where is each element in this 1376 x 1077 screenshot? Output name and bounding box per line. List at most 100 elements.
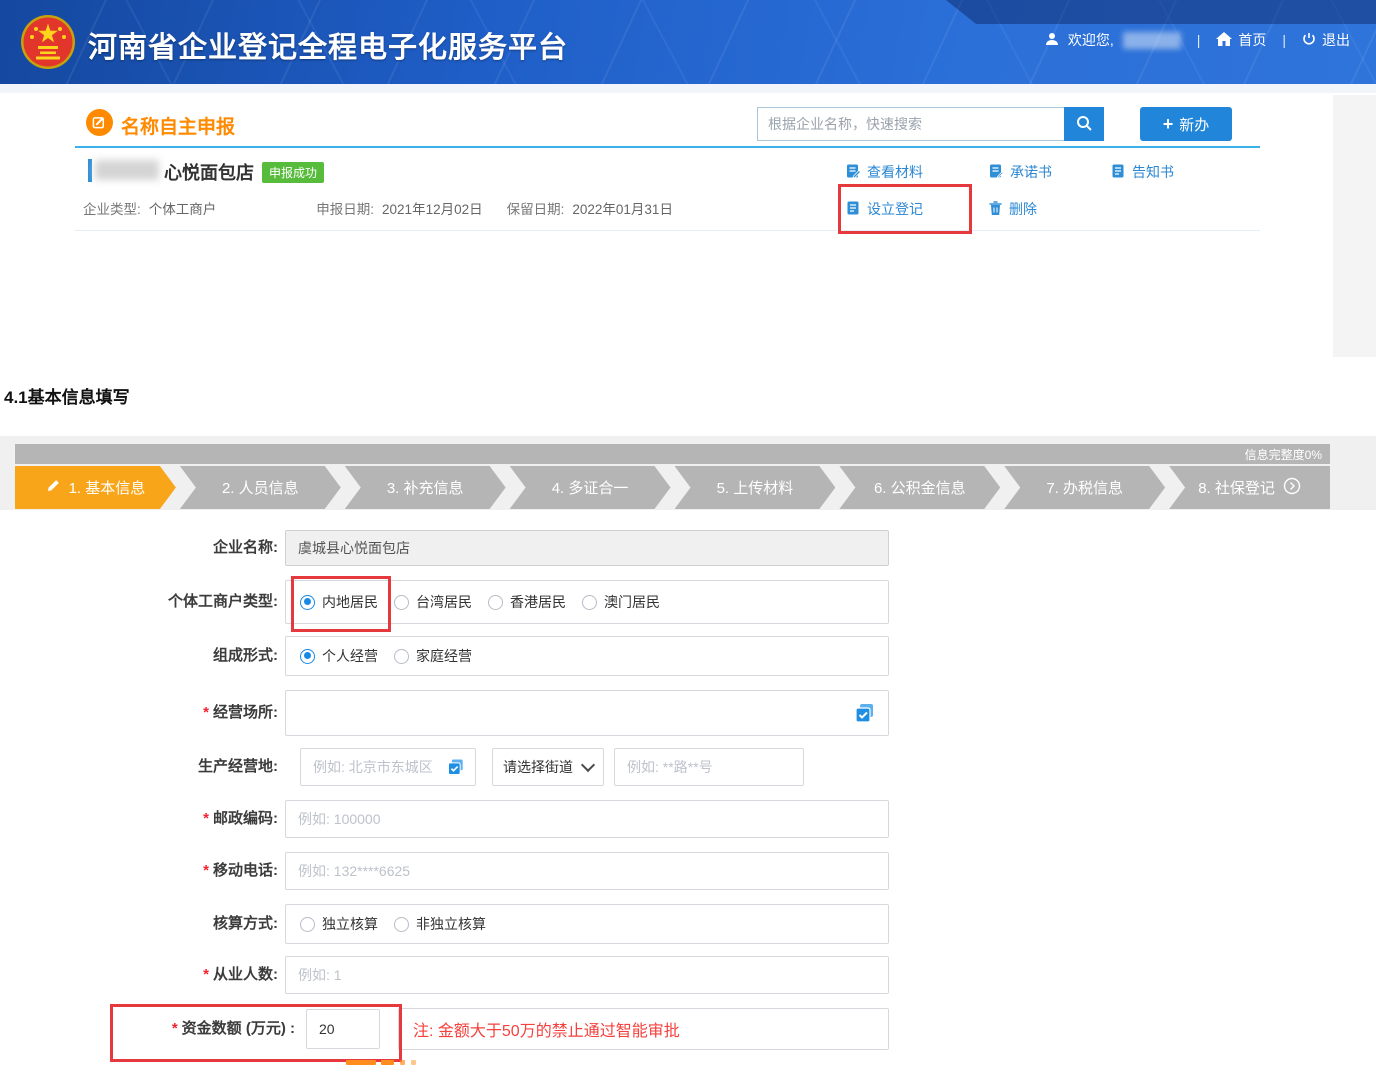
cutoff-orange-fragment — [346, 1060, 376, 1065]
plus-icon: + — [1163, 115, 1174, 133]
wizard-step-5[interactable]: 5. 上传材料 — [675, 466, 836, 509]
radio-icon — [582, 595, 597, 610]
header-shadow-band — [0, 84, 1376, 93]
document-edit-icon — [988, 163, 1004, 182]
wizard-step-8[interactable]: 8. 社保登记 — [1169, 466, 1330, 509]
mobile-phone-label: *移动电话: — [0, 852, 278, 890]
cutoff-orange-fragment — [400, 1060, 405, 1065]
accounting-method-label: 核算方式: — [0, 904, 278, 944]
platform-title: 河南省企业登记全程电子化服务平台 — [88, 24, 568, 66]
new-application-button[interactable]: + 新办 — [1140, 107, 1232, 141]
item-meta: 企业类型: 个体工商户 申报日期: 2021年12月02日 保留日期: 2022… — [83, 198, 673, 218]
home-icon — [1216, 32, 1232, 49]
business-place-input[interactable] — [285, 690, 889, 736]
keep-date-value: 2022年01月31日 — [572, 198, 673, 218]
road-number-input[interactable] — [614, 748, 804, 786]
chevron-right-circle-icon — [1283, 477, 1301, 499]
trash-icon — [988, 200, 1003, 219]
status-badge: 申报成功 — [262, 162, 324, 183]
page: 河南省企业登记全程电子化服务平台 欢迎您, | 首页 | 退出 名称自主申报 — [0, 0, 1376, 1077]
company-name-label: 企业名称: — [0, 530, 278, 566]
search-input[interactable] — [757, 107, 1064, 141]
section-title: 名称自主申报 — [121, 112, 235, 139]
household-type-label: 个体工商户类型: — [0, 580, 278, 624]
capital-note-text: 注: 金额大于50万的禁止通过智能审批 — [413, 1017, 680, 1041]
search-bar — [757, 107, 1104, 141]
address-picker-icon[interactable] — [853, 701, 877, 730]
document-edit-icon — [845, 163, 861, 182]
radio-selected-icon — [300, 649, 315, 664]
radio-icon — [394, 649, 409, 664]
wizard-step-4[interactable]: 4. 多证合一 — [510, 466, 671, 509]
declare-date-value: 2021年12月02日 — [382, 198, 483, 218]
wizard-steps: 1. 基本信息 2. 人员信息 3. 补充信息 4. 多证合一 5. 上传材料 … — [15, 466, 1330, 509]
welcome-text: 欢迎您, — [1068, 30, 1114, 50]
radio-non-independent-accounting[interactable]: 非独立核算 — [394, 914, 486, 934]
org-form-group: 个人经营 家庭经营 — [285, 636, 889, 676]
view-materials-link[interactable]: 查看材料 — [845, 162, 923, 182]
wizard-step-2[interactable]: 2. 人员信息 — [180, 466, 341, 509]
logout-link[interactable]: 退出 — [1302, 30, 1350, 50]
radio-icon — [488, 595, 503, 610]
commitment-letter-link[interactable]: 承诺书 — [988, 162, 1052, 182]
divider: | — [1197, 32, 1201, 48]
business-place-label: *经营场所: — [0, 690, 278, 736]
divider: | — [1282, 32, 1286, 48]
delete-link[interactable]: 删除 — [988, 199, 1037, 219]
national-emblem-logo — [20, 14, 76, 75]
item-bottom-divider — [75, 230, 1260, 231]
radio-independent-accounting[interactable]: 独立核算 — [300, 914, 378, 934]
annotation-box-mainland-resident — [291, 576, 391, 632]
power-icon — [1302, 32, 1316, 49]
type-value: 个体工商户 — [149, 198, 217, 218]
notification-letter-link[interactable]: 告知书 — [1110, 162, 1174, 182]
radio-icon — [300, 917, 315, 932]
annotation-box-capital-amount — [110, 1004, 402, 1062]
company-name: 心悦面包店 — [164, 159, 254, 185]
required-star: * — [203, 862, 209, 879]
wizard-step-3[interactable]: 3. 补充信息 — [345, 466, 506, 509]
cutoff-orange-fragment — [411, 1060, 416, 1065]
redacted-company-prefix — [95, 160, 159, 180]
accounting-method-group: 独立核算 非独立核算 — [285, 904, 889, 944]
pencil-icon — [46, 478, 61, 497]
search-button[interactable] — [1064, 107, 1104, 141]
home-link[interactable]: 首页 — [1216, 30, 1266, 50]
type-label: 企业类型: — [83, 198, 141, 218]
mobile-phone-input[interactable] — [285, 852, 889, 890]
radio-icon — [394, 595, 409, 610]
org-form-label: 组成形式: — [0, 636, 278, 676]
radio-family-operation[interactable]: 家庭经营 — [394, 646, 472, 666]
capital-note-box: 注: 金额大于50万的禁止通过智能审批 — [398, 1008, 889, 1050]
production-place-label: 生产经营地: — [0, 748, 278, 786]
required-star: * — [203, 704, 209, 721]
required-star: * — [203, 810, 209, 827]
declare-date-label: 申报日期: — [316, 198, 374, 218]
staff-count-label: *从业人数: — [0, 956, 278, 994]
wizard-step-1[interactable]: 1. 基本信息 — [15, 466, 176, 509]
wizard-step-7[interactable]: 7. 办税信息 — [1004, 466, 1165, 509]
header-user-bar: 欢迎您, | 首页 | 退出 — [1045, 30, 1350, 50]
district-picker-icon[interactable] — [446, 757, 466, 782]
radio-taiwan-resident[interactable]: 台湾居民 — [394, 592, 472, 612]
section-underline — [75, 146, 1260, 148]
postal-code-label: *邮政编码: — [0, 800, 278, 838]
document-icon — [1110, 163, 1126, 182]
chevron-down-icon — [581, 758, 595, 772]
radio-macau-resident[interactable]: 澳门居民 — [582, 592, 660, 612]
postal-code-input[interactable] — [285, 800, 889, 838]
wizard-step-6[interactable]: 6. 公积金信息 — [839, 466, 1000, 509]
street-select[interactable]: 请选择街道 — [492, 748, 604, 786]
redacted-username — [1123, 32, 1181, 49]
page-gutter — [1333, 95, 1376, 357]
section-icon — [86, 109, 113, 136]
required-star: * — [203, 966, 209, 983]
cutoff-orange-fragment — [381, 1060, 394, 1065]
completeness-text: 信息完整度0% — [1245, 446, 1322, 463]
completeness-bar: 信息完整度0% — [15, 444, 1330, 464]
staff-count-input[interactable] — [285, 956, 889, 994]
search-icon — [1075, 114, 1093, 135]
radio-individual-operation[interactable]: 个人经营 — [300, 646, 378, 666]
radio-hongkong-resident[interactable]: 香港居民 — [488, 592, 566, 612]
doc-heading: 4.1基本信息填写 — [4, 383, 130, 408]
